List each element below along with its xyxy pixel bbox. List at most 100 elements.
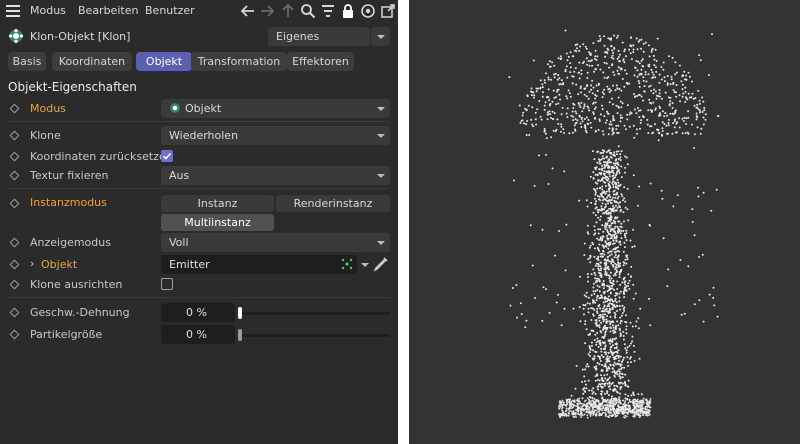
- particle: [617, 258, 619, 261]
- particle: [693, 303, 696, 306]
- koord-reset-checkbox[interactable]: [161, 150, 173, 162]
- particle: [536, 108, 539, 111]
- instanz-button[interactable]: Instanz: [161, 195, 274, 212]
- particle: [618, 372, 621, 375]
- tab-effektoren[interactable]: Effektoren: [287, 52, 354, 71]
- search-icon[interactable]: [300, 3, 316, 19]
- partikelgroesse-input[interactable]: 0 %: [161, 325, 235, 344]
- particle: [651, 71, 654, 74]
- new-window-icon[interactable]: [380, 3, 396, 19]
- particle: [560, 412, 562, 415]
- particle: [592, 391, 595, 394]
- particle: [606, 47, 609, 50]
- particle: [615, 235, 618, 237]
- menu-bearbeiten[interactable]: Bearbeiten: [78, 4, 138, 17]
- anzeigemodus-dropdown[interactable]: Voll: [161, 233, 390, 252]
- particle: [644, 71, 647, 73]
- particle: [691, 208, 694, 211]
- klone-dropdown[interactable]: Wiederholen: [161, 126, 390, 145]
- hamburger-menu-icon[interactable]: [6, 5, 20, 17]
- particle: [610, 156, 613, 159]
- particle: [663, 76, 666, 79]
- particle: [559, 130, 562, 133]
- particle: [603, 61, 606, 64]
- pick-object-icon[interactable]: [373, 256, 389, 272]
- lock-icon[interactable]: [340, 3, 356, 19]
- particle: [637, 393, 640, 396]
- particle: [622, 58, 625, 61]
- particle: [582, 388, 584, 391]
- tab-transformation[interactable]: Transformation: [191, 52, 287, 71]
- particle: [621, 41, 624, 44]
- menu-modus[interactable]: Modus: [30, 4, 66, 17]
- chevron-right-icon[interactable]: ›: [30, 257, 34, 270]
- particle: [582, 392, 585, 395]
- textur-dropdown[interactable]: Aus: [161, 166, 390, 185]
- particle: [539, 86, 542, 89]
- particle: [531, 264, 534, 267]
- particle: [635, 320, 638, 323]
- partikelgroesse-slider-track[interactable]: [238, 334, 390, 337]
- particle: [625, 285, 628, 287]
- keyframe-diamond-icon[interactable]: [9, 237, 20, 248]
- particle: [608, 101, 611, 104]
- particle: [597, 64, 599, 67]
- particle: [558, 93, 561, 96]
- multiinstanz-button[interactable]: Multiinstanz: [161, 214, 274, 231]
- particle: [629, 321, 632, 324]
- particle: [674, 61, 677, 64]
- tab-objekt[interactable]: Objekt: [136, 52, 192, 71]
- particle: [596, 237, 599, 240]
- menu-benutzer[interactable]: Benutzer: [145, 4, 195, 17]
- partikelgroesse-slider-handle[interactable]: [238, 329, 242, 341]
- keyframe-diamond-icon[interactable]: [9, 103, 20, 114]
- particle: [548, 311, 551, 314]
- particle: [617, 407, 620, 409]
- particle: [592, 290, 595, 293]
- dehnung-input[interactable]: 0 %: [161, 303, 235, 322]
- mode-dropdown[interactable]: Eigenes: [268, 27, 370, 46]
- particle: [521, 114, 524, 117]
- target-icon[interactable]: [360, 3, 376, 19]
- particle: [591, 241, 594, 244]
- forward-arrow-icon[interactable]: [259, 3, 275, 19]
- particle: [581, 380, 584, 383]
- keyframe-diamond-icon[interactable]: [9, 307, 20, 318]
- particle: [575, 112, 578, 115]
- particle: [581, 414, 584, 417]
- particle: [644, 408, 647, 411]
- renderinstanz-button[interactable]: Renderinstanz: [276, 195, 390, 212]
- particle: [599, 113, 602, 116]
- particle: [623, 241, 626, 244]
- particle: [550, 78, 553, 81]
- tab-basis[interactable]: Basis: [8, 52, 46, 71]
- link-dropdown-icon[interactable]: [361, 263, 369, 267]
- dehnung-slider-handle[interactable]: [238, 307, 242, 319]
- keyframe-diamond-icon[interactable]: [9, 259, 20, 270]
- keyframe-diamond-icon[interactable]: [9, 130, 20, 141]
- keyframe-diamond-icon[interactable]: [9, 279, 20, 290]
- keyframe-diamond-icon[interactable]: [9, 170, 20, 181]
- filter-icon[interactable]: [320, 3, 336, 19]
- keyframe-diamond-icon[interactable]: [9, 329, 20, 340]
- particle: [649, 413, 651, 416]
- modus-dropdown[interactable]: Objekt: [161, 99, 390, 118]
- up-arrow-icon[interactable]: [280, 3, 296, 19]
- dehnung-slider-track[interactable]: [238, 312, 390, 315]
- viewport[interactable]: [409, 0, 800, 444]
- particle: [625, 239, 628, 242]
- particle: [623, 296, 626, 299]
- mode-dropdown-arrow[interactable]: [371, 27, 390, 46]
- tab-koordinaten[interactable]: Koordinaten: [52, 52, 132, 71]
- particle: [617, 170, 620, 173]
- back-arrow-icon[interactable]: [240, 3, 256, 19]
- particle: [626, 113, 629, 116]
- particle: [642, 65, 645, 68]
- keyframe-diamond-icon[interactable]: [9, 198, 20, 209]
- particle: [642, 397, 645, 400]
- objekt-link-field[interactable]: Emitter: [161, 255, 357, 274]
- particle: [619, 225, 622, 228]
- keyframe-diamond-icon[interactable]: [9, 151, 20, 162]
- klone-ausrichten-checkbox[interactable]: [161, 278, 173, 290]
- particle: [658, 92, 661, 95]
